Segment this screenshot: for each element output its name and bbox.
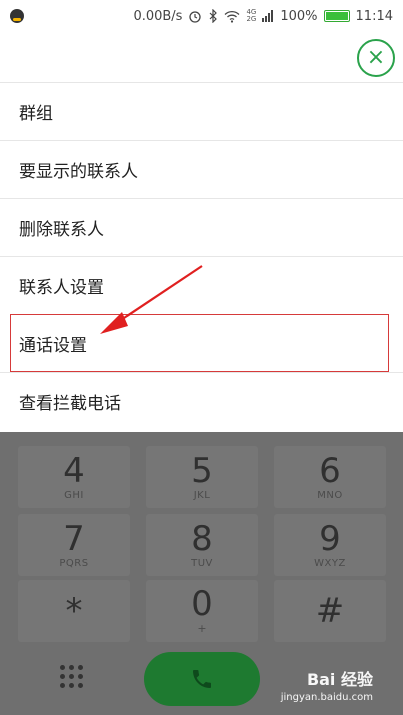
clock: 11:14 bbox=[355, 8, 393, 24]
menu-item-view-blocked-calls[interactable]: 查看拦截电话 bbox=[0, 372, 403, 430]
dial-key-7[interactable]: 7 PQRS bbox=[18, 514, 130, 576]
network-type: 4G 2G bbox=[246, 8, 257, 23]
dot-icon bbox=[78, 665, 83, 670]
bluetooth-icon bbox=[210, 9, 218, 23]
menu-item-contacts-to-display[interactable]: 要显示的联系人 bbox=[0, 140, 403, 198]
dial-key-5[interactable]: 5 JKL bbox=[146, 446, 258, 508]
dot-icon bbox=[69, 665, 74, 670]
menu-header: × bbox=[0, 32, 403, 82]
dial-key-star[interactable]: * bbox=[18, 580, 130, 642]
dot-icon bbox=[69, 683, 74, 688]
phone-icon bbox=[193, 670, 211, 688]
wifi-icon bbox=[225, 10, 240, 23]
dialer-bottom-bar: Bai 经验 jingyan.baidu.com bbox=[0, 644, 403, 715]
baidu-watermark-url: jingyan.baidu.com bbox=[280, 692, 373, 703]
dot-icon bbox=[78, 683, 83, 688]
call-button[interactable] bbox=[144, 652, 260, 706]
menu-item-delete-contacts[interactable]: 删除联系人 bbox=[0, 198, 403, 256]
qq-notification-icon bbox=[10, 9, 24, 23]
dot-icon bbox=[60, 665, 65, 670]
dial-key-9[interactable]: 9 WXYZ bbox=[274, 514, 386, 576]
dial-key-0[interactable]: 0 + bbox=[146, 580, 258, 642]
dialpad-toggle-button[interactable] bbox=[52, 662, 92, 692]
battery-fill bbox=[325, 12, 348, 20]
signal-icon bbox=[262, 10, 274, 22]
dot-icon bbox=[78, 674, 83, 679]
battery-percent: 100% bbox=[280, 8, 318, 24]
dial-key-6[interactable]: 6 MNO bbox=[274, 446, 386, 508]
options-menu: 群组 要显示的联系人 删除联系人 联系人设置 通话设置 查看拦截电话 bbox=[0, 82, 403, 430]
close-icon: × bbox=[366, 45, 386, 70]
menu-item-contact-settings[interactable]: 联系人设置 bbox=[0, 256, 403, 314]
dial-key-4[interactable]: 4 GHI bbox=[18, 446, 130, 508]
menu-item-groups[interactable]: 群组 bbox=[0, 82, 403, 140]
alarm-icon bbox=[189, 11, 202, 23]
baidu-watermark: Bai 经验 bbox=[306, 670, 373, 689]
menu-item-call-settings[interactable]: 通话设置 bbox=[10, 314, 389, 372]
dot-icon bbox=[60, 674, 65, 679]
dot-icon bbox=[69, 674, 74, 679]
dial-key-8[interactable]: 8 TUV bbox=[146, 514, 258, 576]
battery-icon bbox=[323, 10, 350, 22]
status-bar: 0.00B/s 4G 2G 100% 11:14 bbox=[0, 0, 403, 32]
dot-icon bbox=[60, 683, 65, 688]
network-speed: 0.00B/s bbox=[133, 8, 183, 24]
close-button[interactable]: × bbox=[357, 39, 395, 77]
dial-key-hash[interactable]: # bbox=[274, 580, 386, 642]
